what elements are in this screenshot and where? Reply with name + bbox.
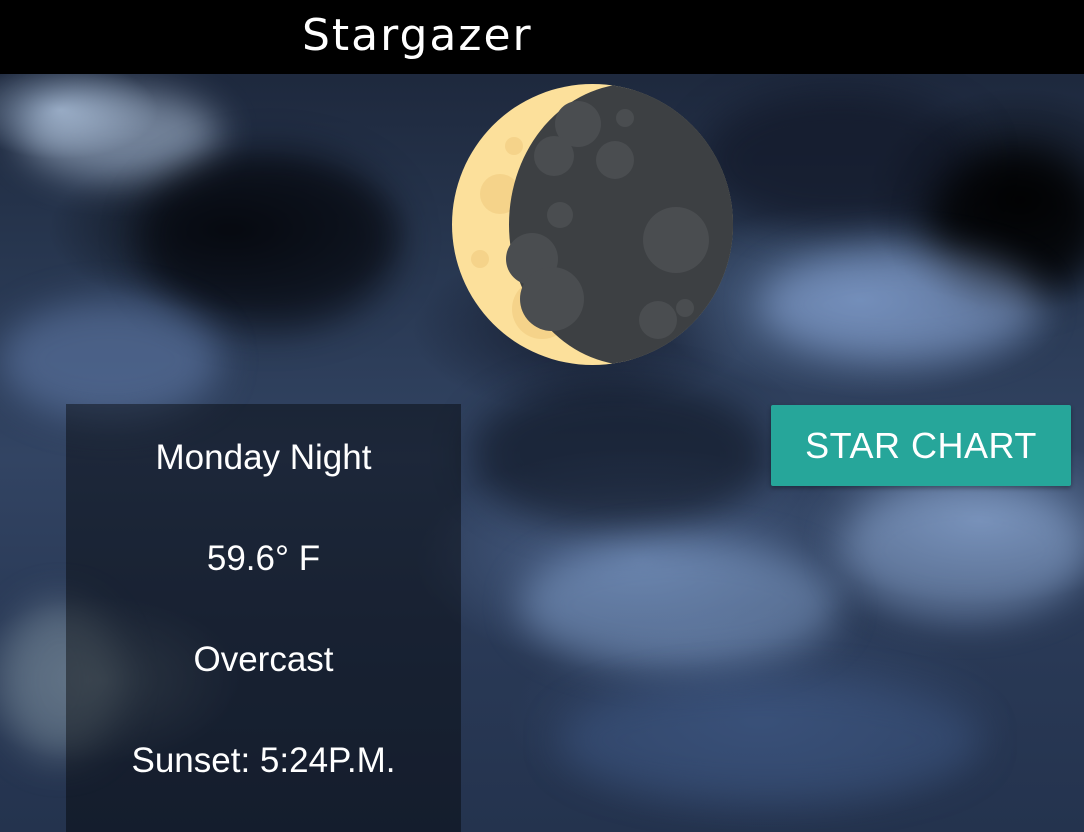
moon-crater <box>471 250 489 268</box>
sky-cloud <box>0 300 220 420</box>
star-chart-button[interactable]: STAR CHART <box>771 405 1071 486</box>
moon-crater <box>520 267 584 331</box>
sky-cloud <box>840 480 1084 620</box>
moon-crater <box>505 137 523 155</box>
forecast-day: Monday Night <box>155 438 372 477</box>
sky-cloud <box>140 150 400 330</box>
sky-cloud <box>560 680 980 800</box>
sky-cloud <box>20 90 220 180</box>
moon-crater <box>534 136 574 176</box>
top-bar: Stargazer <box>0 0 1084 74</box>
forecast-sunset: Sunset: 5:24P.M. <box>131 741 396 780</box>
app-title: Stargazer <box>302 10 533 61</box>
forecast-temperature: 59.6° F <box>206 539 321 578</box>
moon-crater <box>547 202 573 228</box>
sky-cloud <box>760 250 1040 360</box>
forecast-panel: Monday Night 59.6° F Overcast Sunset: 5:… <box>66 404 461 832</box>
sky-cloud <box>520 540 840 670</box>
sky-cloud <box>470 380 770 530</box>
moon-crater <box>616 109 634 127</box>
moon-crater <box>676 299 694 317</box>
moon-crater <box>639 301 677 339</box>
moon-crater <box>596 141 634 179</box>
weather-page: Stargazer Monday Night 59.6° F Overcast … <box>0 0 1084 832</box>
moon-crater <box>643 207 709 273</box>
waning-crescent-moon-icon <box>452 84 733 365</box>
forecast-condition: Overcast <box>193 640 334 679</box>
